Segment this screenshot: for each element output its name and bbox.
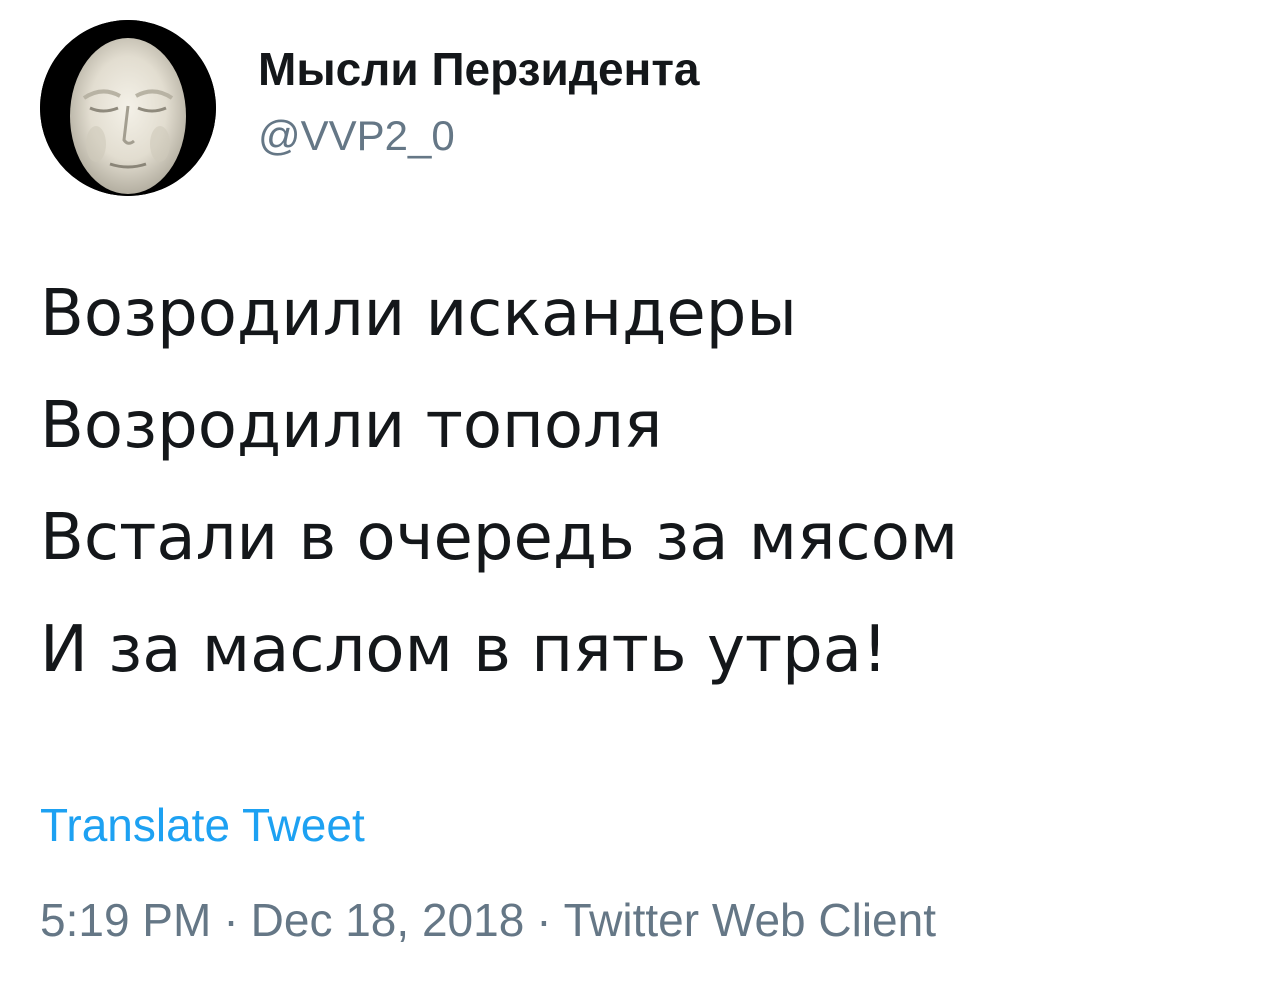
tweet-line: И за маслом в пять утра! bbox=[40, 613, 888, 687]
tweet-line: Встали в очередь за мясом bbox=[40, 501, 959, 575]
tweet-card: Мысли Перзидента @VVP2_0 Возродили искан… bbox=[0, 0, 1280, 993]
author-handle[interactable]: @VVP2_0 bbox=[258, 108, 699, 164]
tweet-text: Возродили искандеры Возродили тополя Вст… bbox=[40, 258, 1240, 706]
translate-tweet-link[interactable]: Translate Tweet bbox=[40, 795, 365, 855]
tweet-line: Возродили тополя bbox=[40, 389, 663, 463]
author-info[interactable]: Мысли Перзидента @VVP2_0 bbox=[258, 40, 699, 164]
face-mask-icon bbox=[40, 20, 216, 196]
meta-separator: · bbox=[536, 894, 552, 946]
tweet-metadata: 5:19 PM · Dec 18, 2018 · Twitter Web Client bbox=[40, 890, 936, 950]
tweet-time[interactable]: 5:19 PM bbox=[40, 894, 211, 946]
meta-separator: · bbox=[223, 894, 239, 946]
tweet-date[interactable]: Dec 18, 2018 bbox=[251, 894, 525, 946]
author-avatar[interactable] bbox=[40, 20, 216, 196]
author-display-name[interactable]: Мысли Перзидента bbox=[258, 40, 699, 98]
tweet-line: Возродили искандеры bbox=[40, 277, 797, 351]
tweet-client[interactable]: Twitter Web Client bbox=[564, 894, 936, 946]
